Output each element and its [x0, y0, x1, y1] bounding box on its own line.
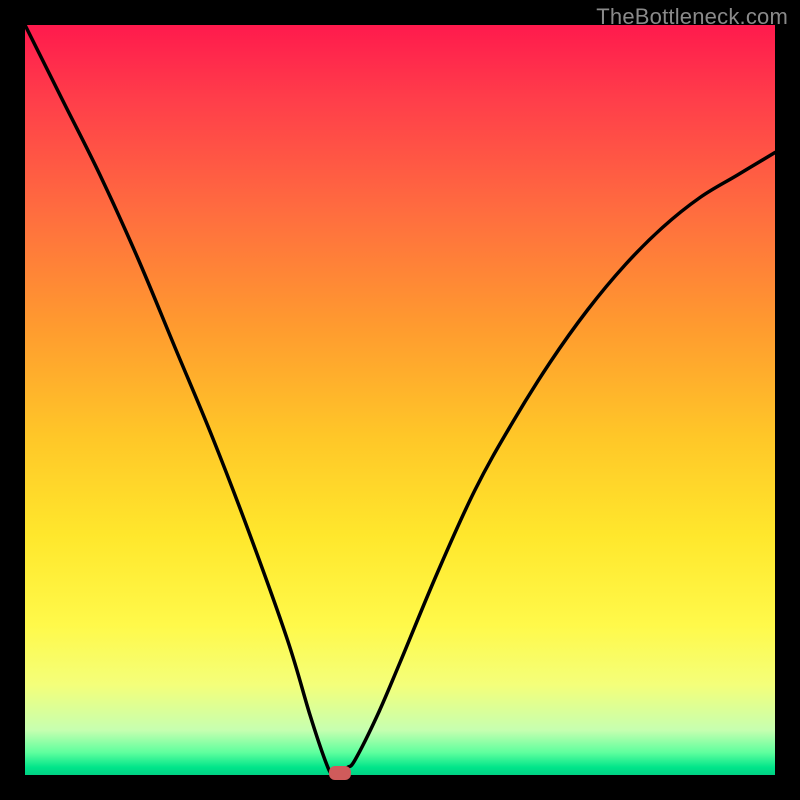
bottleneck-curve — [25, 25, 775, 777]
chart-frame: TheBottleneck.com — [0, 0, 800, 800]
optimal-point-marker — [329, 766, 351, 780]
chart-svg — [25, 25, 775, 775]
watermark-text: TheBottleneck.com — [596, 4, 788, 30]
